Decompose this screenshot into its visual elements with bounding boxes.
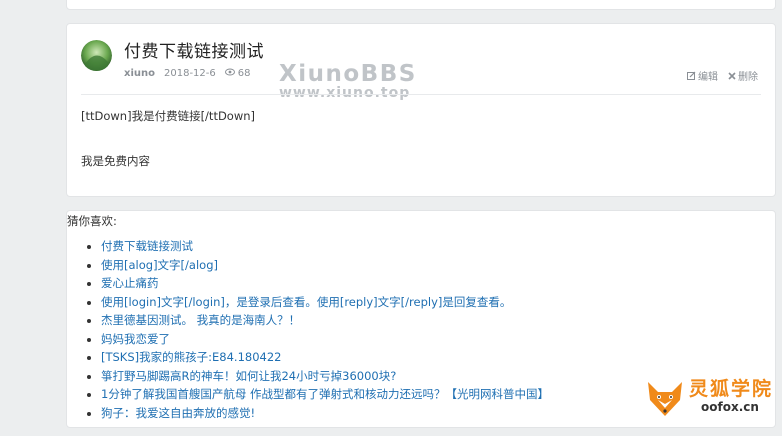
recommend-link[interactable]: [TSKS]我家的熊孩子:E84.180422 <box>101 350 281 364</box>
eye-icon <box>224 68 235 79</box>
post-meta: xiuno 2018-12-6 68 <box>124 68 251 79</box>
post-card: 付费下载链接测试 xiuno 2018-12-6 68 XiunoBBS www… <box>66 23 776 197</box>
list-item: [TSKS]我家的熊孩子:E84.180422 <box>101 348 549 367</box>
recommend-link[interactable]: 箏打野马脚踢高R的神车！如何让我24小时亏掉36000块? <box>101 369 396 383</box>
previous-card <box>66 0 776 10</box>
watermark-url: www.xiuno.top <box>279 85 411 101</box>
delete-button[interactable]: 删除 <box>728 68 758 83</box>
fox-icon <box>644 378 686 424</box>
edit-button[interactable]: 编辑 <box>687 68 718 83</box>
divider <box>81 94 761 95</box>
content-line: [ttDown]我是付费链接[/ttDown] <box>81 109 256 123</box>
watermark: XiunoBBS www.xiuno.top <box>279 61 417 101</box>
logo-title: 灵狐学院 <box>689 378 774 400</box>
site-logo: 灵狐学院 oofox.cn <box>644 378 773 424</box>
post-content: [ttDown]我是付费链接[/ttDown] 我是免费内容 <box>81 108 255 198</box>
list-item: 爱心止痛药 <box>101 274 549 293</box>
list-item: 狗子：我爱这自由奔放的感觉! <box>101 404 549 423</box>
view-count: 68 <box>224 68 251 79</box>
list-item: 1分钟了解我国首艘国产航母 作战型都有了弹射式和核动力还远吗？【光明网科普中国】 <box>101 385 549 404</box>
logo-text: 灵狐学院 oofox.cn <box>689 378 773 414</box>
post-date: 2018-12-6 <box>164 68 216 79</box>
list-item: 箏打野马脚踢高R的神车！如何让我24小时亏掉36000块? <box>101 367 549 386</box>
list-item: 妈妈我恋爱了 <box>101 330 549 349</box>
logo-domain: oofox.cn <box>701 400 759 414</box>
recommend-link[interactable]: 1分钟了解我国首艘国产航母 作战型都有了弹射式和核动力还远吗？【光明网科普中国】 <box>101 387 549 401</box>
edit-label: 编辑 <box>698 72 718 83</box>
recommend-list: 付费下载链接测试 使用[alog]文字[/alog] 爱心止痛药 使用[logi… <box>101 237 549 422</box>
recommend-title: 猜你喜欢: <box>67 214 117 228</box>
edit-icon <box>687 71 696 80</box>
list-item: 使用[login]文字[/login]，是登录后查看。使用[reply]文字[/… <box>101 293 549 312</box>
avatar[interactable] <box>81 40 112 71</box>
post-actions: 编辑 删除 <box>687 68 758 83</box>
recommend-link[interactable]: 妈妈我恋爱了 <box>101 332 170 346</box>
post-title: 付费下载链接测试 <box>124 42 264 62</box>
recommend-link[interactable]: 使用[alog]文字[/alog] <box>101 258 218 272</box>
recommend-link[interactable]: 爱心止痛药 <box>101 276 159 290</box>
close-icon <box>728 71 736 80</box>
list-item: 使用[alog]文字[/alog] <box>101 256 549 275</box>
delete-label: 删除 <box>738 72 758 83</box>
watermark-title: XiunoBBS <box>279 61 417 87</box>
list-item: 付费下载链接测试 <box>101 237 549 256</box>
content-line: 我是免费内容 <box>81 154 150 168</box>
view-count-value: 68 <box>237 68 251 79</box>
recommend-link[interactable]: 狗子：我爱这自由奔放的感觉! <box>101 406 255 420</box>
recommend-link[interactable]: 杰里德基因测试。 我真的是海南人？！ <box>101 313 300 327</box>
recommend-link[interactable]: 使用[login]文字[/login]，是登录后查看。使用[reply]文字[/… <box>101 295 511 309</box>
recommend-link[interactable]: 付费下载链接测试 <box>101 239 193 253</box>
author-name[interactable]: xiuno <box>124 68 155 79</box>
list-item: 杰里德基因测试。 我真的是海南人？！ <box>101 311 549 330</box>
